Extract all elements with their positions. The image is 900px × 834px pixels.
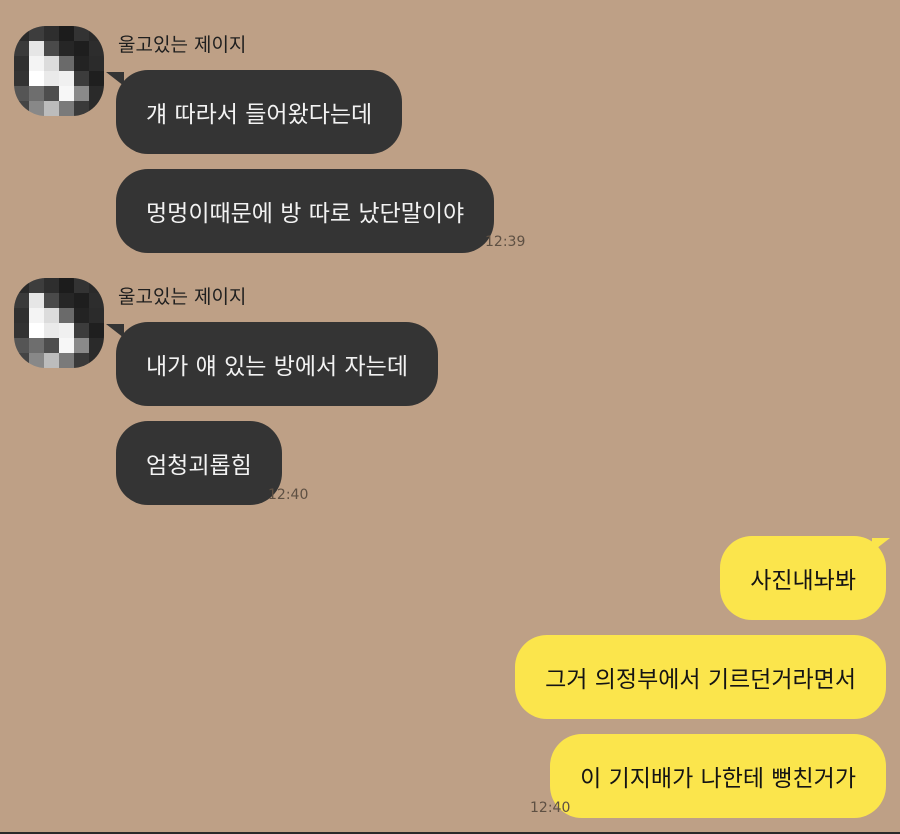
incoming-message[interactable]: 내가 얘 있는 방에서 자는데 [116, 322, 439, 406]
message-timestamp: 12:39 [485, 234, 526, 250]
sender-avatar[interactable] [14, 278, 104, 368]
outgoing-message[interactable]: 그거 의정부에서 기르던거라면서 [515, 635, 886, 719]
incoming-message[interactable]: 엄청괴롭힘 [116, 421, 282, 505]
incoming-message[interactable]: 멍멍이때문에 방 따로 났단말이야 [116, 169, 495, 253]
sender-avatar[interactable] [14, 26, 104, 116]
message-timestamp: 12:40 [268, 487, 309, 503]
outgoing-message[interactable]: 사진내놔봐 [720, 536, 886, 620]
outgoing-message[interactable]: 이 기지배가 나한테 뻥친거가 [550, 734, 886, 818]
sender-name: 울고있는 제이지 [118, 286, 247, 308]
sender-name: 울고있는 제이지 [118, 34, 247, 56]
incoming-message[interactable]: 걔 따라서 들어왔다는데 [116, 70, 403, 154]
message-timestamp: 12:40 [530, 800, 571, 816]
